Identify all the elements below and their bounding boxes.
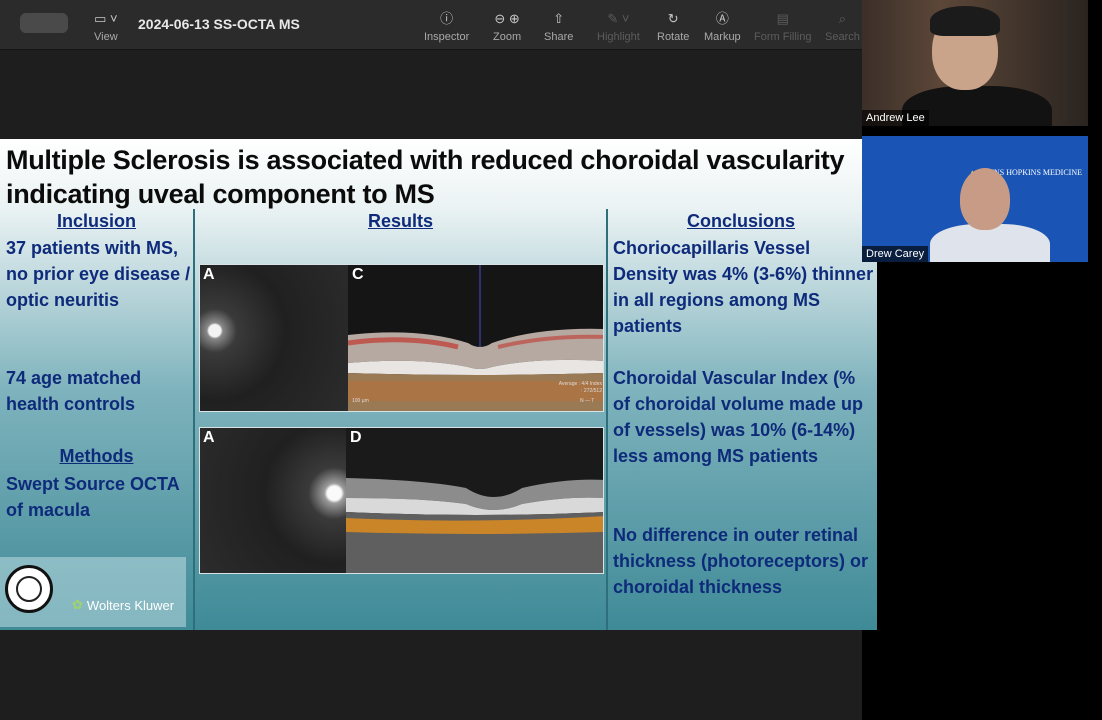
figure-label-c: C <box>352 266 364 283</box>
results-heading: Results <box>367 211 434 231</box>
journal-seal-logo <box>5 565 53 613</box>
scale-bar-label: 100 µm <box>352 398 369 404</box>
figure-oct-control: A D <box>199 427 604 574</box>
participant-video <box>930 6 1000 36</box>
wolters-kluwer-logo: ✿ Wolters Kluwer <box>72 597 175 613</box>
fundus-image <box>200 265 348 411</box>
figure-oct-ms: A C 100 µm Average : 4/4 Index : 272/512… <box>199 264 604 412</box>
participant-name-tag: Drew Carey <box>862 246 929 262</box>
slide-title: Multiple Sclerosis is associated with re… <box>6 145 845 209</box>
form-filling-button[interactable]: ▤ Form Filling <box>754 10 811 43</box>
column-divider <box>606 209 608 630</box>
zoom-button[interactable]: ⊖ ⊕ Zoom <box>493 10 521 43</box>
figure-label-d: D <box>350 429 362 446</box>
figure-label-a: A <box>203 266 215 283</box>
orientation-label: N — T <box>580 398 595 404</box>
scan-info-label: Average : 4/4 Index : 272/512 <box>558 381 602 394</box>
figure-label-a: A <box>203 429 215 446</box>
inclusion-heading: Inclusion <box>56 211 136 231</box>
inspector-button[interactable]: ⓘ Inspector <box>424 10 469 43</box>
conclusions-heading: Conclusions <box>686 211 795 231</box>
sidebar-icon: ▭ ˅ <box>94 11 118 26</box>
conclusion-vascular-index: Choroidal Vascular Index (% of choroidal… <box>613 368 864 466</box>
rotate-button[interactable]: ↻ Rotate <box>657 10 689 43</box>
zoom-icon: ⊖ ⊕ <box>494 11 520 26</box>
oct-scan-svg <box>346 428 603 573</box>
toolbar: ▭ ˅ View 2024-06-13 SS-OCTA MS ⓘ Inspect… <box>0 0 862 50</box>
video-tile-drew-carey[interactable]: ▲JOHNS HOPKINS MEDICINE Drew Carey <box>862 136 1088 262</box>
video-tile-andrew-lee[interactable]: Andrew Lee <box>862 0 1088 126</box>
view-button[interactable]: ▭ ˅ View <box>94 10 118 43</box>
slide: Multiple Sclerosis is associated with re… <box>0 139 877 630</box>
inclusion-text: 37 patients with MS, no prior eye diseas… <box>6 238 191 310</box>
participant-name-tag: Andrew Lee <box>862 110 929 126</box>
methods-heading: Methods <box>59 446 134 466</box>
fundus-image <box>200 428 346 573</box>
search-button[interactable]: ⌕ Search <box>825 10 860 43</box>
flower-icon: ✿ <box>72 597 83 612</box>
methods-text: Swept Source OCTA of macula <box>6 474 180 520</box>
info-icon: ⓘ <box>440 11 454 26</box>
rotate-icon: ↻ <box>667 11 679 26</box>
highlight-button[interactable]: ✎ ˅ Highlight <box>597 10 640 43</box>
column-divider <box>193 209 195 630</box>
oct-scan-image <box>346 428 603 573</box>
conclusion-thickness: No difference in outer retinal thickness… <box>613 525 869 597</box>
conclusion-vessel-density: Choriocapillaris Vessel Density was 4% (… <box>613 238 874 336</box>
highlighter-icon: ✎ ˅ <box>607 11 630 26</box>
sidebar-toggle-button[interactable] <box>20 13 68 33</box>
share-button[interactable]: ⇧ Share <box>544 10 573 43</box>
controls-text: 74 age matched health controls <box>6 368 142 414</box>
markup-button[interactable]: Ⓐ Markup <box>704 10 741 43</box>
document-title: 2024-06-13 SS-OCTA MS <box>138 16 300 32</box>
markup-icon: Ⓐ <box>715 11 729 26</box>
participant-video <box>960 168 1010 230</box>
form-icon: ▤ <box>776 11 789 26</box>
screen: ▭ ˅ View 2024-06-13 SS-OCTA MS ⓘ Inspect… <box>0 0 1102 720</box>
share-icon: ⇧ <box>553 11 565 26</box>
search-icon: ⌕ <box>838 11 847 26</box>
